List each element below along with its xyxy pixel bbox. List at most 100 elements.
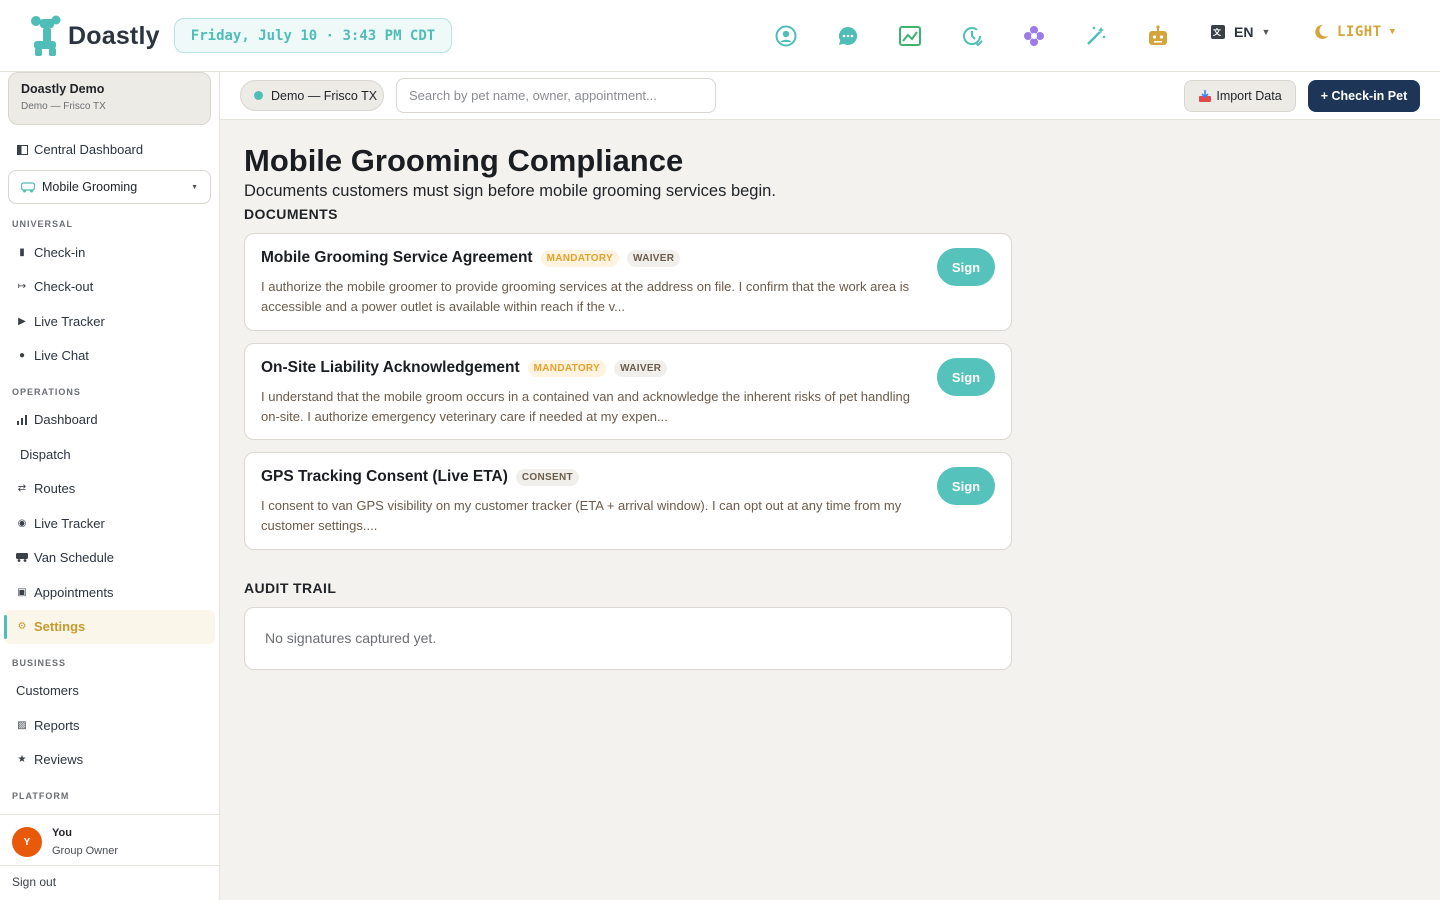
bar-chart-icon: [16, 414, 28, 426]
document-card: On-Site Liability Acknowledgement MANDAT…: [244, 343, 1012, 440]
page-title: Mobile Grooming Compliance: [244, 143, 684, 178]
sidebar-item-live-tracker[interactable]: ▶ Live Tracker: [16, 314, 105, 329]
current-datetime: Friday, July 10 · 3:43 PM CDT: [174, 18, 452, 53]
flower-icon[interactable]: [1018, 22, 1049, 49]
moon-icon: [1315, 24, 1328, 39]
chevron-down-icon: ▼: [191, 183, 198, 191]
sidebar-item-reports[interactable]: ▨ Reports: [16, 718, 80, 733]
audit-trail-empty-state: No signatures captured yet.: [244, 607, 1012, 670]
language-code: EN: [1234, 24, 1254, 40]
document-card: Mobile Grooming Service Agreement MANDAT…: [244, 233, 1012, 331]
document-type-badge: CONSENT: [515, 468, 579, 486]
theme-label: LIGHT: [1337, 24, 1382, 40]
top-bar: Doastly Friday, July 10 · 3:43 PM CDT 文 …: [0, 0, 1440, 72]
exit-icon: ↦: [17, 281, 27, 292]
document-description: I consent to van GPS visibility on my cu…: [261, 498, 902, 533]
location-selector[interactable]: Demo — Frisco TX: [240, 80, 384, 111]
sign-out-link[interactable]: Sign out: [12, 875, 56, 889]
sidebar-item-label: Check-in: [34, 245, 86, 260]
translate-icon: 文: [1211, 25, 1225, 39]
import-data-label: Import Data: [1216, 89, 1282, 103]
location-label: Demo — Frisco TX: [271, 88, 378, 103]
sidebar: Doastly Demo Demo — Frisco TX Central Da…: [0, 72, 220, 900]
profile-icon[interactable]: [770, 22, 801, 49]
theme-selector[interactable]: LIGHT ▼: [1313, 24, 1396, 40]
sign-button[interactable]: Sign: [937, 248, 995, 286]
document-title: On-Site Liability Acknowledgement: [261, 359, 520, 376]
audit-trail-heading: AUDIT TRAIL: [244, 580, 337, 596]
calendar-icon: ▣: [17, 587, 27, 598]
section-label-universal: UNIVERSAL: [12, 219, 74, 229]
org-name: Doastly Demo: [21, 82, 105, 96]
van-icon: [21, 181, 35, 192]
import-icon: [1199, 89, 1212, 102]
avatar: Y: [12, 827, 42, 857]
document-title: GPS Tracking Consent (Live ETA): [261, 468, 508, 485]
sidebar-item-label: Routes: [34, 481, 76, 496]
sidebar-item-customers[interactable]: Customers: [16, 683, 79, 698]
mandatory-badge: MANDATORY: [527, 359, 607, 377]
sidebar-item-label: Appointments: [34, 585, 114, 600]
star-icon: ★: [17, 754, 27, 765]
gear-icon: ⚙: [17, 621, 27, 632]
sidebar-item-live-tracker-ops[interactable]: ◉ Live Tracker: [16, 516, 105, 531]
chat-icon[interactable]: [832, 22, 863, 49]
sign-button[interactable]: Sign: [937, 467, 995, 505]
sidebar-item-label: Live Tracker: [34, 516, 105, 531]
user-role: Group Owner: [52, 845, 119, 857]
sub-header: Demo — Frisco TX Import Data + Check-in …: [220, 72, 1440, 120]
clipboard-icon: ▮: [19, 247, 25, 258]
check-in-pet-button[interactable]: + Check-in Pet: [1308, 80, 1420, 112]
language-selector[interactable]: 文 EN ▼: [1210, 24, 1270, 40]
chevron-down-icon: ▼: [1261, 27, 1271, 37]
status-dot-icon: [254, 91, 263, 100]
sidebar-item-label: Central Dashboard: [34, 142, 144, 157]
robot-icon[interactable]: [1142, 22, 1173, 49]
sidebar-item-check-in[interactable]: ▮ Check-in: [16, 245, 85, 260]
app-logo[interactable]: Doastly: [30, 14, 160, 58]
broadcast-icon: ◉: [17, 518, 27, 529]
sidebar-active-indicator: [4, 615, 7, 639]
van-icon: [16, 552, 28, 564]
sidebar-item-label: Settings: [34, 619, 86, 634]
section-label-platform: PLATFORM: [12, 791, 70, 801]
sidebar-item-dashboard[interactable]: Dashboard: [16, 412, 98, 427]
section-label-operations: OPERATIONS: [12, 387, 81, 397]
sign-button[interactable]: Sign: [937, 358, 995, 396]
sidebar-item-dispatch[interactable]: Dispatch: [20, 447, 71, 462]
page-subtitle: Documents customers must sign before mob…: [244, 182, 776, 200]
svg-text:文: 文: [1213, 27, 1222, 37]
sidebar-item-van-schedule[interactable]: Van Schedule: [16, 550, 114, 565]
dashboard-icon: [16, 144, 28, 156]
dog-logo-icon: [31, 15, 61, 56]
sidebar-item-reviews[interactable]: ★ Reviews: [16, 752, 84, 767]
org-switcher[interactable]: Doastly Demo Demo — Frisco TX: [8, 72, 211, 125]
import-data-button[interactable]: Import Data: [1184, 80, 1296, 112]
sidebar-item-label: Van Schedule: [34, 550, 114, 565]
route-icon: ⇄: [17, 483, 27, 494]
search-input[interactable]: [396, 78, 716, 113]
chevron-down-icon: ▼: [1389, 27, 1396, 37]
sidebar-item-routes[interactable]: ⇄ Routes: [16, 481, 75, 496]
image-report-icon: ▨: [17, 720, 27, 731]
sidebar-item-live-chat[interactable]: ● Live Chat: [16, 348, 89, 363]
schedule-clock-icon[interactable]: [956, 22, 987, 49]
sidebar-item-label: Live Tracker: [34, 314, 105, 329]
app-name: Doastly: [68, 21, 160, 50]
magic-wand-icon[interactable]: [1080, 22, 1111, 49]
sidebar-item-appointments[interactable]: ▣ Appointments: [16, 585, 114, 600]
sidebar-item-label: Check-out: [34, 279, 94, 294]
document-description: I understand that the mobile groom occur…: [261, 389, 910, 424]
sidebar-item-settings[interactable]: ⚙ Settings: [16, 619, 86, 634]
section-label-business: BUSINESS: [12, 658, 67, 668]
growth-chart-icon[interactable]: [894, 22, 925, 49]
mandatory-badge: MANDATORY: [540, 249, 620, 267]
sidebar-item-check-out[interactable]: ↦ Check-out: [16, 279, 93, 294]
user-profile[interactable]: Y You Group Owner: [0, 814, 219, 866]
sidebar-item-label: Reports: [34, 718, 80, 733]
document-title: Mobile Grooming Service Agreement: [261, 249, 533, 266]
document-type-badge: WAIVER: [627, 249, 681, 267]
document-card: GPS Tracking Consent (Live ETA) CONSENT …: [244, 452, 1012, 550]
sidebar-item-central-dashboard[interactable]: Central Dashboard: [16, 142, 143, 157]
module-select[interactable]: Mobile Grooming ▼: [8, 170, 211, 204]
